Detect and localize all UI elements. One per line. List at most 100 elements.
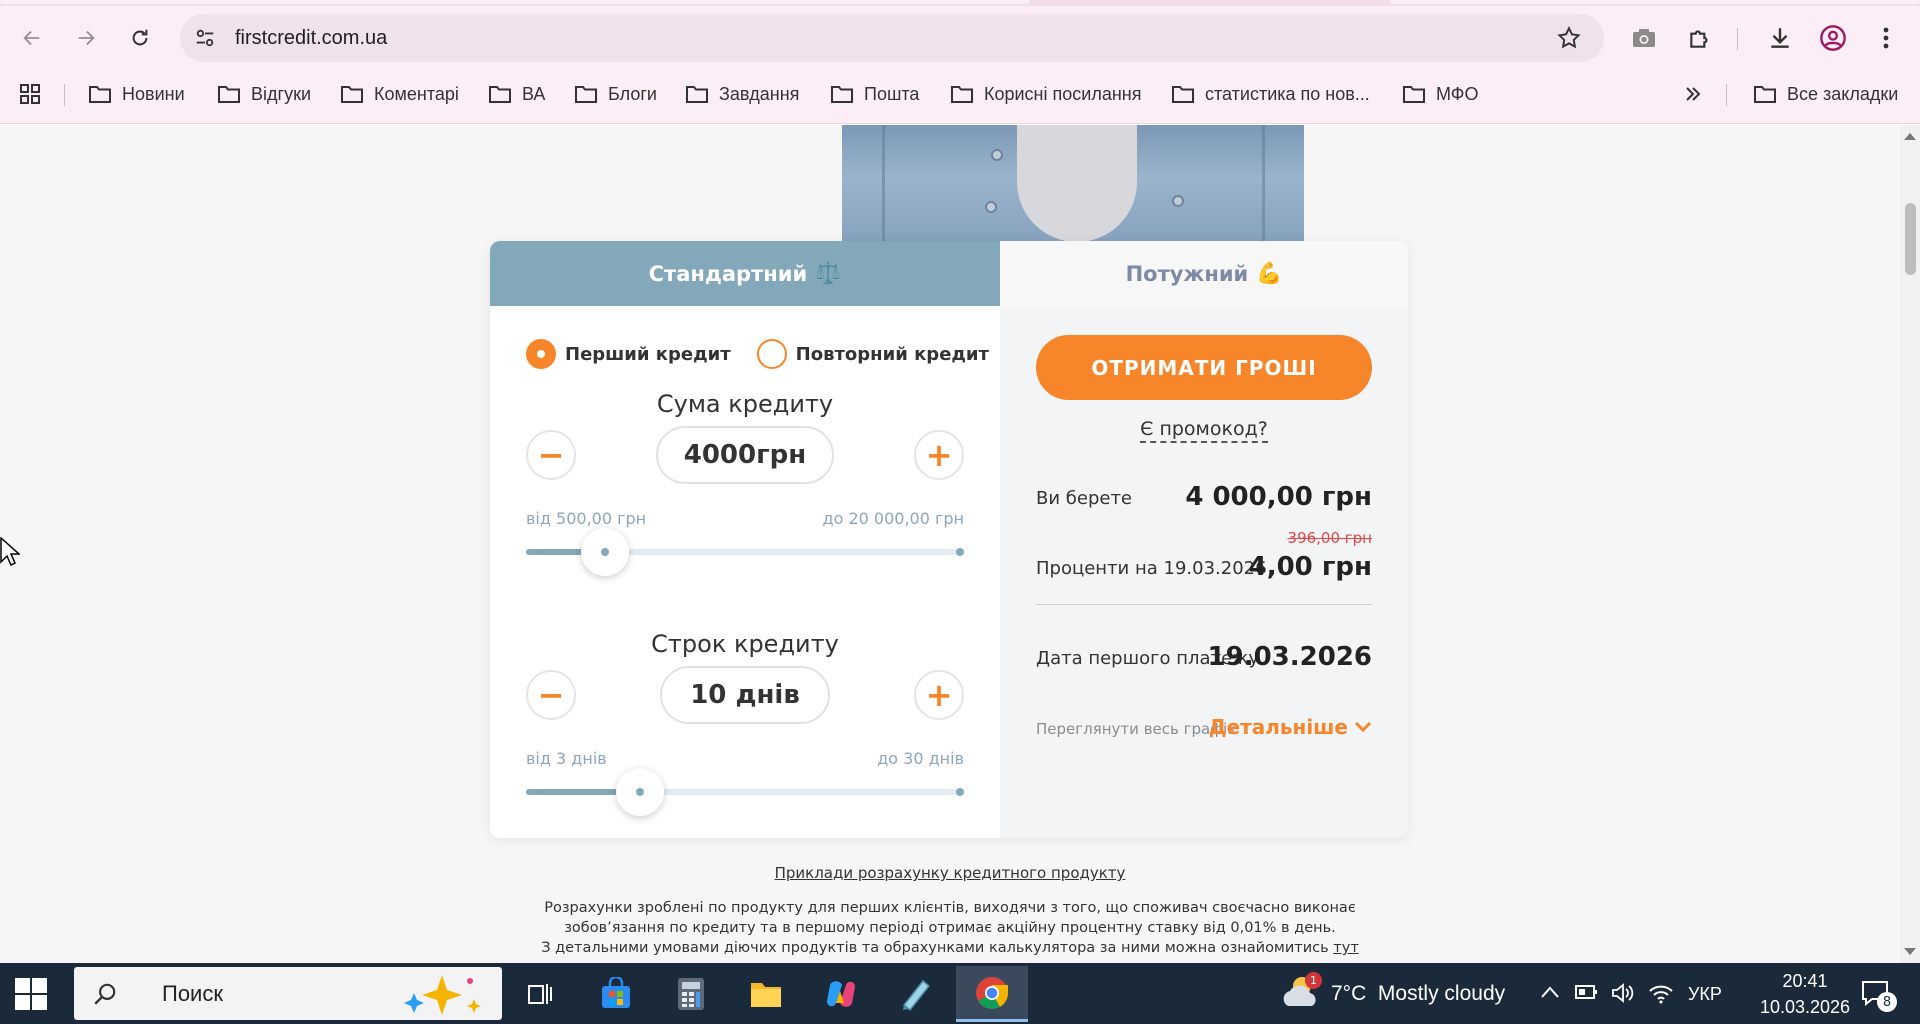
notifications-button[interactable]: 8 (1860, 978, 1897, 1012)
schedule-label: Переглянути весь графік (1036, 720, 1237, 738)
get-money-button[interactable]: ОТРИМАТИ ГРОШІ (1036, 335, 1372, 400)
wifi-icon[interactable] (1648, 981, 1674, 1005)
tab-label: Стандартний (648, 261, 808, 286)
amount-slider-handle[interactable] (580, 528, 629, 576)
amount-increase-button[interactable]: + (914, 430, 964, 480)
scroll-up-arrow[interactable] (1904, 133, 1916, 140)
folder-icon (1754, 86, 1776, 103)
amount-decrease-button[interactable]: − (526, 430, 576, 480)
speaker-icon[interactable] (1610, 981, 1634, 1005)
screenshot-button[interactable] (1626, 20, 1662, 56)
promo-code-link[interactable]: Є промокод? (1000, 418, 1408, 443)
clock-date[interactable]: 10.03.2026 (1742, 997, 1868, 1018)
page-scrollbar[interactable] (1900, 125, 1920, 963)
chrome-app[interactable] (956, 966, 1028, 1022)
file-explorer-app[interactable] (730, 966, 802, 1022)
term-input[interactable]: 10 днів (660, 666, 830, 724)
address-bar[interactable]: firstcredit.com.ua (180, 14, 1604, 62)
task-view-button[interactable] (504, 966, 576, 1022)
scroll-thumb[interactable] (1905, 203, 1916, 275)
bookmark-label: статистика по нов... (1205, 83, 1370, 104)
bookmark-label: Корисні посилання (984, 83, 1142, 104)
term-increase-button[interactable]: + (914, 670, 964, 720)
downloads-button[interactable] (1762, 20, 1798, 56)
bookmark-folder[interactable]: Блоги (574, 74, 657, 114)
windows-taskbar: Поиск 1 7°C Mostly cloudy УКР 20:41 10.0… (0, 963, 1920, 1024)
bookmark-folder[interactable]: Коментарі (340, 74, 459, 114)
bookmark-folder[interactable]: Новини (88, 74, 185, 114)
conditions-link[interactable]: тут (1333, 940, 1358, 956)
copilot-app[interactable] (805, 966, 877, 1022)
summary-divider (1036, 604, 1372, 605)
folder-icon (218, 86, 240, 103)
notepad-app[interactable] (880, 966, 952, 1022)
more-bookmarks-button[interactable] (1684, 74, 1702, 114)
interest-label: Проценти на 19.03.2026 (1036, 558, 1267, 579)
old-interest-value: 396,00 грн (1287, 529, 1372, 547)
bookmark-folder[interactable]: ВА (488, 74, 545, 114)
tab-powerful[interactable]: Потужний 💪 (1000, 241, 1408, 306)
term-decrease-button[interactable]: − (526, 670, 576, 720)
bookmark-label: Все закладки (1787, 83, 1899, 104)
bookmark-star-icon[interactable] (1556, 25, 1582, 51)
first-payment-value: 19.03.2026 (1207, 642, 1372, 672)
bookmark-folder[interactable]: Корисні посилання (950, 74, 1141, 114)
amount-max-label: до 20 000,00 грн (822, 509, 964, 528)
menu-button[interactable] (1868, 20, 1904, 56)
bookmark-folder[interactable]: Завдання (685, 74, 799, 114)
weather-widget[interactable]: 1 (1280, 972, 1324, 1016)
chevron-up-icon[interactable] (1540, 985, 1560, 999)
taskbar-search[interactable]: Поиск (74, 967, 502, 1020)
bookmark-folder[interactable]: статистика по нов... (1171, 74, 1370, 114)
bookmark-folder[interactable]: Відгуки (217, 74, 311, 114)
bookmarks-divider (1726, 84, 1727, 106)
loan-calculator: Стандартний ⚖️ Потужний 💪 Перший кредит … (490, 241, 1408, 838)
profile-button[interactable] (1815, 20, 1851, 56)
scroll-down-arrow[interactable] (1904, 948, 1916, 955)
site-settings-icon[interactable] (194, 27, 216, 49)
folder-icon (89, 86, 111, 103)
store-app[interactable] (580, 966, 652, 1022)
first-credit-label[interactable]: Перший кредит (565, 344, 731, 365)
bookmark-folder[interactable]: Пошта (830, 74, 919, 114)
disclaimer-line: Розрахунки зроблені по продукту для перш… (544, 900, 1356, 916)
battery-icon[interactable] (1574, 982, 1598, 1002)
url-text: firstcredit.com.ua (235, 27, 388, 49)
apps-button[interactable] (18, 74, 42, 114)
tab-standard[interactable]: Стандартний ⚖️ (490, 241, 1000, 306)
folder-icon (489, 86, 511, 103)
extensions-button[interactable] (1682, 20, 1718, 56)
repeat-credit-label[interactable]: Повторний кредит (796, 344, 989, 365)
notification-count: 8 (1877, 992, 1897, 1012)
disclaimer-line: зобов’язання по кредиту та в першому пер… (564, 920, 1336, 936)
weather-text: 7°C Mostly cloudy (1331, 982, 1506, 1005)
amount-slider[interactable] (526, 528, 964, 576)
back-button[interactable] (14, 20, 50, 56)
take-label: Ви берете (1036, 488, 1133, 509)
toolbar-divider (1737, 28, 1738, 50)
slider-end (956, 548, 964, 556)
repeat-credit-radio[interactable] (756, 339, 787, 369)
forward-arrow-icon (78, 30, 95, 46)
examples-link[interactable]: Приклади розрахунку кредитного продукту (0, 864, 1900, 882)
first-credit-radio[interactable] (526, 339, 556, 369)
examples-label[interactable]: Приклади розрахунку кредитного продукту (775, 864, 1126, 882)
term-slider[interactable] (526, 768, 964, 816)
calculator-app[interactable] (655, 966, 727, 1022)
bookmark-folder[interactable]: МФО (1402, 74, 1478, 114)
language-indicator[interactable]: УКР (1688, 984, 1722, 1005)
amount-input[interactable]: 4000грн (656, 426, 834, 484)
bookmark-label: Новини (122, 83, 185, 104)
bookmark-label: Коментарі (374, 83, 459, 104)
term-slider-handle[interactable] (615, 768, 664, 816)
forward-button[interactable] (68, 20, 104, 56)
browser-chrome: firstcredit.com.ua Новини Відгуки Комент… (0, 0, 1920, 124)
all-bookmarks-folder[interactable]: Все закладки (1753, 74, 1898, 114)
clock-time[interactable]: 20:41 (1762, 971, 1848, 992)
details-link[interactable]: Детальніше (1209, 715, 1372, 739)
folder-icon (575, 86, 597, 103)
promo-code-label[interactable]: Є промокод? (1140, 418, 1268, 443)
double-chevron-icon (1686, 87, 1701, 101)
reload-button[interactable] (122, 20, 158, 56)
windows-start-icon[interactable] (14, 977, 48, 1011)
